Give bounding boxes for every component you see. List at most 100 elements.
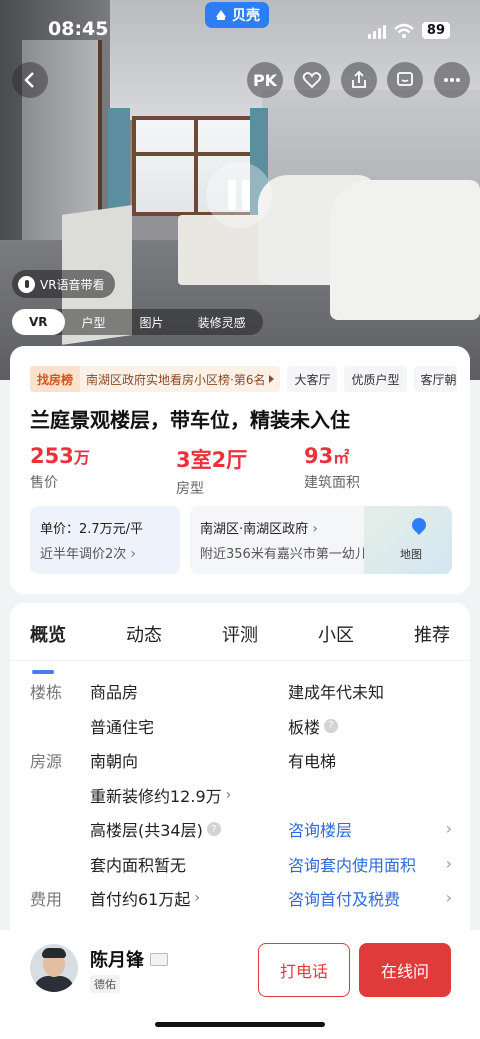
chevron-right-icon: › — [445, 853, 452, 873]
layout-stat: 3室2厅 房型 — [176, 444, 304, 498]
price-adjust-text: 近半年调价2次 — [40, 547, 127, 562]
residence-type: 普通住宅 — [90, 717, 155, 737]
price-stat: 253万 售价 — [30, 444, 176, 498]
floor-level-text: 高楼层(共34层) — [90, 821, 203, 840]
agent-name-row[interactable]: 陈月锋 — [90, 946, 168, 972]
share-button[interactable] — [341, 62, 377, 98]
status-icons: 89 — [367, 22, 450, 39]
building-structure-text: 板楼 — [288, 717, 321, 737]
map-label: 地图 — [400, 548, 422, 561]
key-stats: 253万 售价 3室2厅 房型 93㎡ 建筑面积 — [30, 444, 450, 498]
help-icon[interactable]: ? — [206, 822, 221, 836]
orientation: 南朝向 — [90, 752, 139, 771]
favorite-button[interactable] — [294, 62, 330, 98]
ranking-badge-label: 找房榜 — [30, 366, 81, 392]
more-options-button[interactable] — [434, 62, 470, 98]
bottom-action-bar: 陈月锋 德佑 打电话 在线问 — [0, 930, 480, 1039]
feature-tag: 客厅朝 — [413, 366, 457, 392]
overview-card: 概览 动态 评测 小区 推荐 楼栋 商品房 建成年代未知 普通住宅 板楼? 房源… — [10, 603, 470, 943]
chevron-right-icon: › — [445, 888, 452, 907]
down-payment-text: 首付约61万起 — [90, 890, 191, 909]
help-icon[interactable]: ? — [324, 718, 339, 733]
tab-community[interactable]: 小区 — [318, 621, 354, 660]
media-tab-floorplan[interactable]: 户型 — [65, 309, 123, 335]
area-unit: ㎡ — [333, 448, 350, 467]
tab-review[interactable]: 评测 — [222, 621, 258, 660]
unit-price-text: 单价：2.7万元/平 — [40, 522, 144, 537]
media-tab-vr[interactable]: VR — [12, 309, 65, 335]
overview-row: 高楼层(共34层)? 咨询楼层 › — [10, 817, 470, 852]
back-button[interactable] — [12, 62, 48, 98]
location-district: 南湖区·南湖区政府 — [200, 522, 309, 537]
floor-level: 高楼层(共34层)? — [90, 817, 221, 841]
vr-voice-guide-button[interactable]: VR语音带看 — [12, 270, 115, 298]
app-source-chip[interactable]: 贝壳 — [205, 2, 269, 28]
ask-floor-link[interactable]: 咨询楼层 — [288, 817, 352, 841]
detail-boxes: 单价：2.7万元/平 近半年调价2次 › 南湖区·南湖区政府 › 附近356米有… — [30, 506, 452, 574]
call-button[interactable]: 打电话 — [258, 943, 350, 997]
more-dots-icon — [444, 78, 460, 82]
vr-guide-icon — [18, 275, 35, 293]
price-unit: 万 — [73, 448, 90, 467]
online-chat-button[interactable]: 在线问 — [359, 943, 451, 997]
price-label: 售价 — [30, 475, 58, 491]
message-button[interactable] — [387, 62, 423, 98]
home-indicator[interactable] — [155, 1022, 325, 1027]
feature-tag: 优质户型 — [344, 366, 407, 392]
shell-logo-icon — [216, 10, 226, 20]
agent-avatar[interactable] — [30, 944, 78, 992]
map-thumbnail[interactable]: 地图 — [364, 506, 452, 574]
tab-overview[interactable]: 概览 — [30, 621, 66, 674]
vr-guide-label: VR语音带看 — [40, 277, 105, 292]
ask-inner-area-link[interactable]: 咨询套内使用面积 — [288, 852, 416, 876]
price-value: 253 — [30, 444, 74, 468]
ranking-badge[interactable]: 找房榜 南湖区政府实地看房小区榜·第6名 — [30, 366, 281, 392]
ranking-text: 南湖区政府实地看房小区榜·第6名 — [86, 372, 266, 387]
map-pin-icon — [409, 515, 429, 535]
agent-name: 陈月锋 — [90, 950, 144, 971]
chat-bubble-icon — [397, 72, 413, 86]
tab-recommend[interactable]: 推荐 — [414, 621, 450, 660]
agent-company: 德佑 — [90, 975, 120, 993]
area-value: 93 — [304, 444, 334, 468]
chevron-left-icon — [24, 72, 34, 88]
listing-info-card: 找房榜 南湖区政府实地看房小区榜·第6名 大客厅 优质户型 客厅朝 兰庭景观楼层… — [10, 346, 470, 594]
unit-price-box[interactable]: 单价：2.7万元/平 近半年调价2次 › — [30, 506, 180, 574]
layout-value: 3室2厅 — [176, 448, 248, 472]
section-tabs: 概览 动态 评测 小区 推荐 — [10, 603, 470, 674]
listing-title: 兰庭景观楼层，带车位，精装未入住 — [30, 408, 350, 432]
app-chip-label: 贝壳 — [232, 8, 260, 24]
caret-right-icon — [269, 375, 275, 383]
category-label: 楼栋 — [30, 683, 63, 702]
area-stat: 93㎡ 建筑面积 — [304, 444, 450, 498]
chevron-right-icon: › — [445, 819, 452, 838]
tab-updates[interactable]: 动态 — [126, 621, 162, 660]
chevron-right-icon: › — [225, 786, 232, 803]
chevron-right-icon: › — [130, 546, 137, 562]
overview-row: 楼栋 商品房 建成年代未知 — [10, 679, 470, 714]
ask-down-payment-link[interactable]: 咨询首付及税费 — [288, 886, 400, 910]
media-tab-photos[interactable]: 图片 — [123, 309, 181, 335]
building-structure[interactable]: 板楼? — [288, 714, 339, 738]
overview-rows: 楼栋 商品房 建成年代未知 普通住宅 板楼? 房源 南朝向 有电梯 重新装修约1… — [10, 661, 470, 921]
renovation-estimate[interactable]: 重新装修约12.9万 › — [90, 783, 231, 807]
media-tabs: VR 户型 图片 装修灵感 — [12, 309, 263, 335]
battery-indicator: 89 — [421, 22, 450, 39]
status-time: 08:45 — [48, 18, 109, 40]
overview-row: 房源 南朝向 有电梯 — [10, 748, 470, 783]
cellular-signal-icon — [367, 23, 386, 39]
down-payment[interactable]: 首付约61万起 › — [90, 886, 200, 910]
location-box[interactable]: 南湖区·南湖区政府 › 附近356米有嘉兴市第一幼儿... 地图 — [190, 506, 452, 574]
category-label: 房源 — [30, 752, 63, 771]
media-tab-decor-ideas[interactable]: 装修灵感 — [181, 309, 263, 335]
wifi-icon — [394, 23, 414, 38]
inner-area: 套内面积暂无 — [90, 855, 187, 875]
overview-row: 普通住宅 板楼? — [10, 714, 470, 749]
pk-compare-button[interactable]: PK — [247, 62, 283, 98]
chevron-right-icon: › — [312, 521, 318, 537]
pause-icon[interactable] — [206, 162, 272, 228]
area-label: 建筑面积 — [304, 475, 360, 491]
chevron-right-icon: › — [194, 890, 200, 906]
share-icon — [352, 70, 366, 88]
heart-icon — [302, 72, 322, 89]
